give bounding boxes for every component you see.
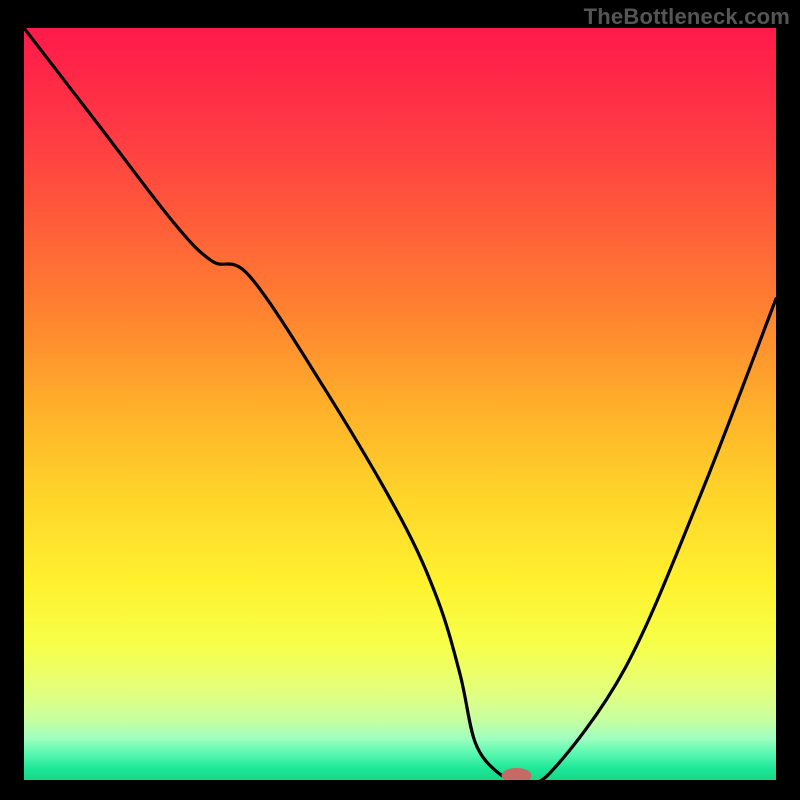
plot-area xyxy=(24,28,776,780)
watermark-text: TheBottleneck.com xyxy=(584,4,790,30)
gradient-background xyxy=(24,28,776,780)
bottleneck-chart xyxy=(24,28,776,780)
chart-frame: TheBottleneck.com xyxy=(0,0,800,800)
